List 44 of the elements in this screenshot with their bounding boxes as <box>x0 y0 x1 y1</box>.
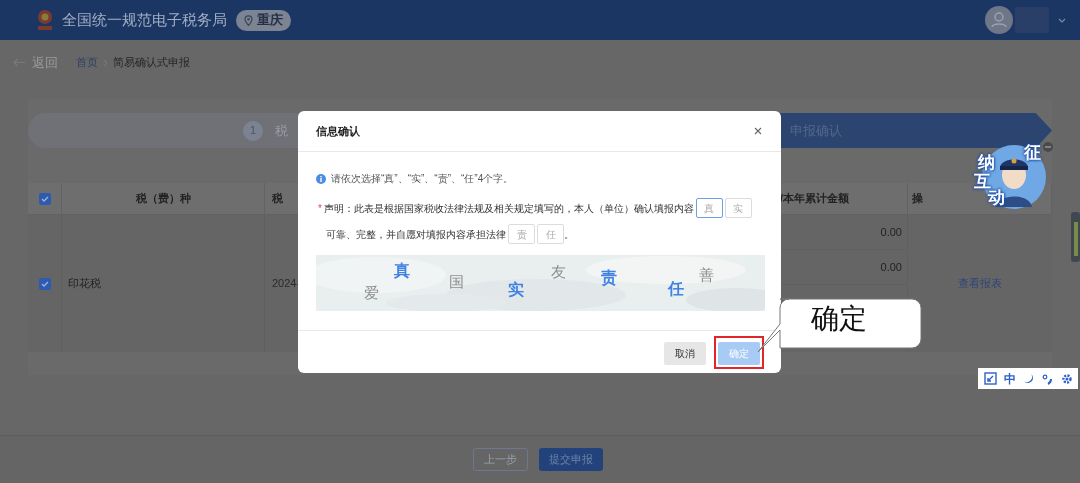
avatar-icon[interactable] <box>985 6 1013 34</box>
breadcrumb-current: 简易确认式申报 <box>113 55 190 71</box>
captcha-char[interactable]: 友 <box>551 264 566 279</box>
site-title: 全国统一规范电子税务局 <box>62 9 227 30</box>
confirm-button[interactable]: 确定 <box>718 341 760 365</box>
side-handle[interactable] <box>1071 212 1080 262</box>
region-selector[interactable]: 重庆 <box>236 9 291 31</box>
table-cell-text: 0.00 <box>880 224 902 240</box>
emblem-icon <box>35 8 55 32</box>
declaration-text: 可靠、完整，并自愿对填报内容承担法律 <box>326 227 506 242</box>
captcha-char[interactable]: 实 <box>508 282 524 298</box>
table-cell-text: 0.00 <box>880 259 902 275</box>
checkbox[interactable] <box>38 192 51 205</box>
captcha-char[interactable]: 责 <box>601 270 617 286</box>
column-header: 操 <box>912 191 923 207</box>
settings-icon[interactable] <box>1060 372 1073 385</box>
captcha-char[interactable]: 真 <box>394 263 410 279</box>
submit-button[interactable]: 提交申报 <box>539 448 603 471</box>
table-cell-text: 印花税 <box>68 276 101 292</box>
captcha-char[interactable]: 国 <box>449 274 464 289</box>
location-pin-icon <box>244 14 253 26</box>
close-icon[interactable] <box>754 127 762 135</box>
dialog-title: 信息确认 <box>316 123 360 139</box>
declaration-text: 声明：此表是根据国家税收法律法规及相关规定填写的，本人（单位）确认填报内容 <box>323 201 694 216</box>
captcha-char[interactable]: 爱 <box>364 285 379 300</box>
table-cell-text: 2024- <box>272 276 301 292</box>
declaration-text: 。 <box>564 227 574 242</box>
hint-text: 请依次选择“真”、“实”、“责”、“任”4个字。 <box>331 172 514 186</box>
cancel-button[interactable]: 取消 <box>664 341 706 365</box>
language-toggle[interactable]: 中 <box>1003 369 1016 388</box>
resize-icon[interactable] <box>983 372 997 385</box>
info-icon <box>316 173 326 184</box>
chevron-down-icon[interactable] <box>1058 17 1066 23</box>
column-header: 税 <box>272 191 283 207</box>
minimize-icon[interactable] <box>1043 142 1053 152</box>
dots-icon[interactable] <box>1041 372 1054 385</box>
captcha-char[interactable]: 善 <box>699 267 714 282</box>
captcha-char[interactable]: 任 <box>668 281 684 297</box>
callout-text: 确定 <box>811 305 867 333</box>
answer-box[interactable]: 真 <box>695 198 723 218</box>
checkbox[interactable] <box>38 277 51 290</box>
column-header: 税（费）种 <box>135 191 191 207</box>
mascot-text: 互 <box>974 171 991 191</box>
required-mark: * <box>318 201 322 216</box>
